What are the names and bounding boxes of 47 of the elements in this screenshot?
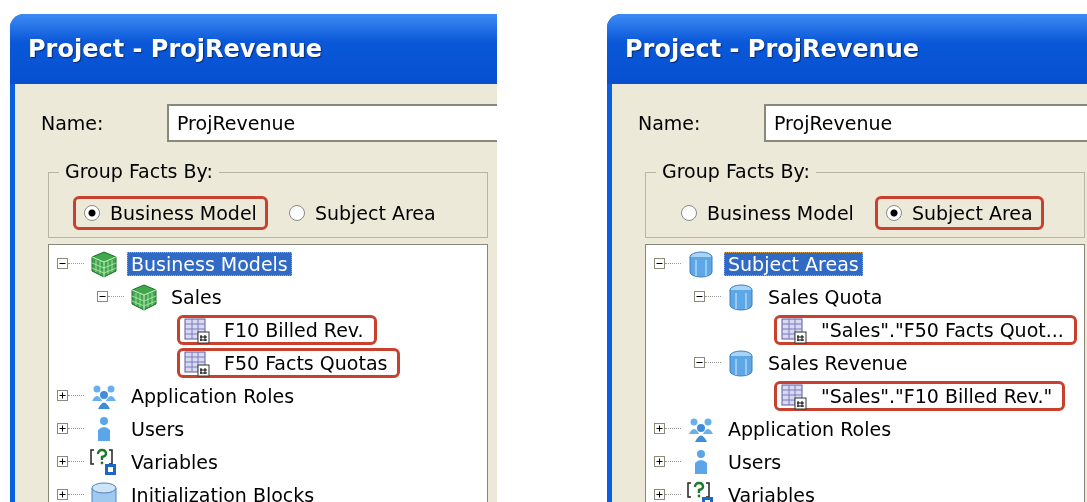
expand-icon[interactable] xyxy=(57,489,68,500)
collapse-icon[interactable] xyxy=(694,291,705,302)
tree-item[interactable]: Sales Revenue xyxy=(721,347,921,378)
cube-icon xyxy=(129,281,159,312)
tree-item[interactable]: Application Roles xyxy=(84,380,308,411)
tree-item[interactable]: Initialization Blocks xyxy=(84,479,328,502)
tree-item[interactable]: Sales xyxy=(124,281,235,312)
expand-icon[interactable] xyxy=(57,423,68,434)
expand-icon[interactable] xyxy=(57,456,68,467)
collapse-icon[interactable] xyxy=(654,258,665,269)
tree-item[interactable]: Users xyxy=(84,413,198,444)
expand-icon[interactable] xyxy=(654,489,665,500)
tree-item[interactable]: F50 Facts Quotas xyxy=(177,347,401,378)
name-label: Name: xyxy=(638,112,702,134)
cylinder-icon xyxy=(686,248,716,279)
question-mark-icon xyxy=(89,446,119,477)
tree-item[interactable]: Users xyxy=(681,446,795,477)
tree-item[interactable]: "Sales"."F10 Billed Rev." xyxy=(774,380,1066,411)
radio-button[interactable] xyxy=(288,205,305,221)
window-title: Project - ProjRevenue xyxy=(625,35,920,63)
name-label: Name: xyxy=(41,112,105,134)
cylinder-icon xyxy=(726,281,756,312)
tree-item[interactable]: Variables xyxy=(681,479,828,502)
radio-button[interactable] xyxy=(84,205,100,221)
expand-icon[interactable] xyxy=(654,423,665,434)
cylinder-icon xyxy=(726,347,756,378)
cube-icon xyxy=(89,248,119,279)
tree-item[interactable]: "Sales"."F50 Facts Quot... xyxy=(774,314,1077,345)
tree-item[interactable]: Application Roles xyxy=(681,413,905,444)
radio-button[interactable] xyxy=(681,205,697,221)
window-title: Project - ProjRevenue xyxy=(28,35,323,63)
radio-button[interactable] xyxy=(885,205,902,221)
expand-icon[interactable] xyxy=(654,456,665,467)
name-field[interactable]: ProjRevenue xyxy=(167,104,497,142)
database-icon xyxy=(89,479,119,502)
expand-icon[interactable] xyxy=(57,390,68,401)
tree-item[interactable]: Variables xyxy=(84,446,231,477)
tree-item[interactable]: F10 Billed Rev. xyxy=(177,314,377,345)
radio-option[interactable]: Business Model xyxy=(73,196,268,230)
tree-item[interactable]: Sales Quota xyxy=(721,281,896,312)
collapse-icon[interactable] xyxy=(694,357,705,368)
name-field[interactable]: ProjRevenue xyxy=(764,104,1087,142)
radio-option[interactable]: Business Model xyxy=(670,196,865,230)
collapse-icon[interactable] xyxy=(97,291,108,302)
collapse-icon[interactable] xyxy=(57,258,68,269)
radio-option[interactable]: Subject Area xyxy=(874,196,1044,230)
radio-option[interactable]: Subject Area xyxy=(277,196,447,230)
